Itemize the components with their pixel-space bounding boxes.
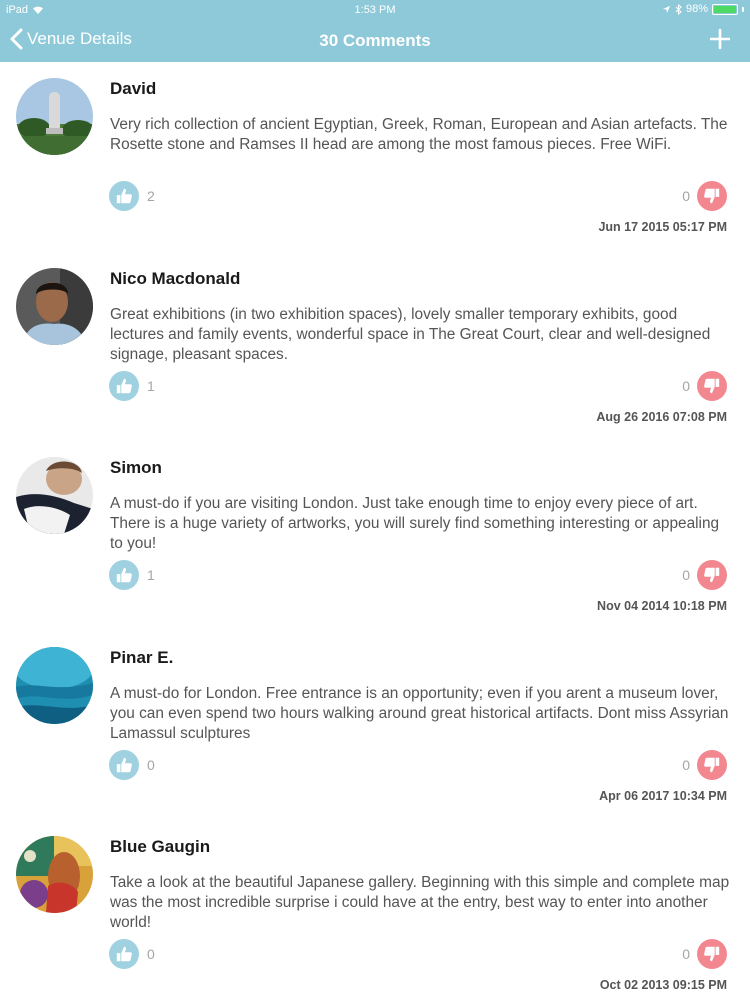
comment-item: Nico Macdonald Great exhibitions (in two… — [0, 252, 750, 442]
header: iPad 1:53 PM 98% Venue Details 30 Commen… — [0, 0, 750, 62]
avatar — [16, 836, 93, 913]
comment-text: Great exhibitions (in two exhibition spa… — [110, 305, 711, 363]
battery-tip — [742, 6, 744, 12]
comment-author[interactable]: Nico Macdonald — [110, 269, 240, 289]
thumbs-up-icon — [116, 567, 132, 583]
like-count: 1 — [147, 377, 155, 394]
dislike-count: 0 — [682, 756, 690, 773]
like-button[interactable] — [109, 749, 139, 780]
status-time: 1:53 PM — [354, 4, 396, 16]
comments-screen: iPad 1:53 PM 98% Venue Details 30 Commen… — [0, 0, 750, 1000]
dislike-count: 0 — [682, 946, 690, 962]
like-count: 2 — [147, 188, 155, 204]
avatar — [16, 267, 93, 345]
thumbs-up-icon — [116, 946, 132, 962]
thumbs-up-icon — [116, 378, 132, 393]
location-arrow-icon — [662, 5, 671, 13]
battery-icon — [712, 3, 738, 15]
comment-item: Simon A must-do if you are visiting Lond… — [0, 441, 750, 631]
status-bar: iPad 1:53 PM 98% — [0, 0, 750, 20]
dislike-button[interactable] — [697, 560, 727, 590]
comment-author[interactable]: Simon — [110, 458, 162, 478]
thumbs-down-icon — [704, 567, 720, 583]
like-count: 0 — [147, 756, 155, 773]
nav-title: 30 Comments — [319, 31, 431, 50]
comment-date: Jun 17 2015 05:17 PM — [598, 220, 727, 234]
dislike-button[interactable] — [697, 370, 727, 401]
dislike-count: 0 — [682, 567, 690, 583]
comment-author[interactable]: Blue Gaugin — [110, 837, 210, 857]
comment-item: Pinar E. A must-do for London. Free entr… — [0, 631, 750, 821]
like-button[interactable] — [109, 939, 139, 969]
avatar — [16, 646, 93, 724]
like-button[interactable] — [109, 370, 139, 401]
add-comment-button[interactable] — [710, 29, 730, 49]
comment-item: David Very rich collection of ancient Eg… — [0, 62, 750, 252]
comment-text: A must-do for London. Free entrance is a… — [110, 684, 729, 742]
comment-author[interactable]: Pinar E. — [110, 648, 173, 668]
comment-list: David Very rich collection of ancient Eg… — [0, 62, 750, 1000]
thumbs-down-icon — [704, 378, 720, 393]
like-count: 1 — [147, 567, 155, 583]
like-count: 0 — [147, 946, 155, 962]
battery-percent: 98% — [685, 3, 708, 15]
dislike-count: 0 — [682, 188, 690, 204]
comment-item: Blue Gaugin Take a look at the beautiful… — [0, 820, 750, 1000]
thumbs-up-icon — [116, 188, 132, 204]
thumbs-down-icon — [704, 188, 720, 204]
comment-author[interactable]: David — [110, 79, 156, 99]
battery-level-fill — [714, 5, 736, 13]
comment-date: Aug 26 2016 07:08 PM — [596, 409, 727, 424]
bluetooth-icon — [675, 3, 682, 15]
comment-date: Nov 04 2014 10:18 PM — [597, 599, 727, 613]
comment-date: Oct 02 2013 09:15 PM — [599, 978, 727, 992]
thumbs-up-icon — [116, 757, 132, 772]
like-button[interactable] — [109, 560, 139, 590]
like-button[interactable] — [109, 181, 139, 211]
avatar — [16, 78, 93, 155]
comment-text: A must-do if you are visiting London. Ju… — [110, 495, 720, 552]
dislike-button[interactable] — [697, 939, 727, 969]
thumbs-down-icon — [704, 757, 720, 772]
comment-text: Take a look at the beautiful Japanese ga… — [110, 874, 730, 931]
thumbs-down-icon — [704, 946, 720, 962]
status-right: 98% — [662, 3, 744, 15]
dislike-button[interactable] — [697, 181, 727, 211]
dislike-button[interactable] — [697, 749, 727, 780]
avatar — [16, 457, 93, 534]
dislike-count: 0 — [682, 377, 690, 394]
comment-date: Apr 06 2017 10:34 PM — [599, 788, 727, 803]
nav-bar: Venue Details 30 Comments — [0, 20, 750, 62]
comment-text: Very rich collection of ancient Egyptian… — [110, 116, 728, 153]
